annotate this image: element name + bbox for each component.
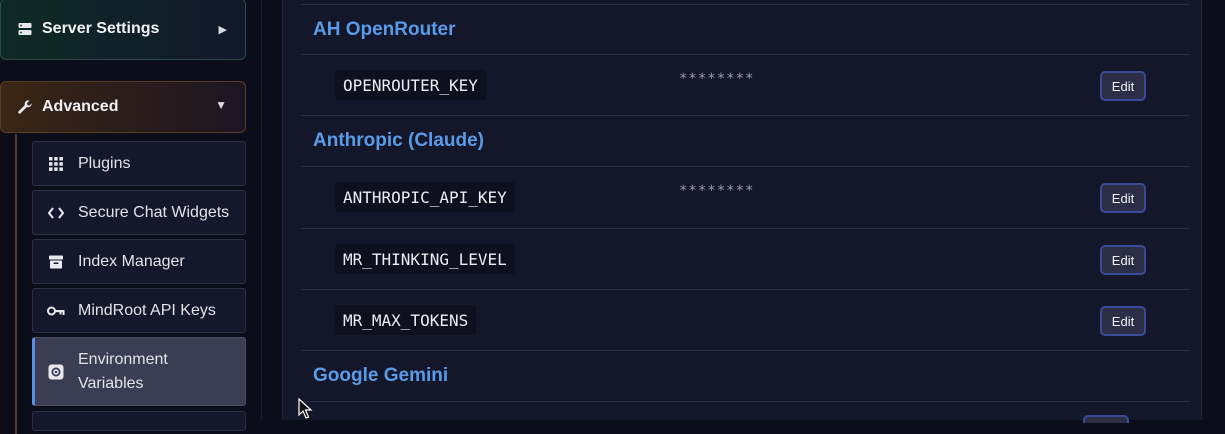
env-row: ANTHROPIC_API_KEY ******** Edit (301, 166, 1189, 227)
var-name: OPENROUTER_KEY (335, 70, 486, 100)
provider-header: Anthropic (Claude) (313, 130, 484, 151)
key-icon (47, 302, 65, 320)
server-icon (17, 21, 33, 37)
mouse-cursor-icon (298, 398, 313, 419)
wrench-icon (17, 99, 33, 115)
grid-icon (47, 155, 65, 173)
sidebar-item-mindroot-api-keys[interactable]: MindRoot API Keys (32, 288, 246, 333)
edit-button[interactable]: Edit (1100, 245, 1146, 275)
var-name: MR_MAX_TOKENS (335, 305, 477, 335)
expand-arrow-icon: ▶ (218, 23, 227, 36)
sidebar-item-environment-variables[interactable]: Environment Variables (32, 337, 246, 406)
sidebar-item-next[interactable] (32, 411, 246, 431)
env-row: MR_THINKING_LEVEL Edit (301, 228, 1189, 289)
sidebar-item-label: Plugins (78, 154, 131, 172)
sidebar: Server Settings ▶ Advanced ▼ Plugins Sec… (0, 0, 262, 434)
edit-button[interactable]: Edit (1100, 183, 1146, 213)
sidebar-item-label: MindRoot API Keys (78, 301, 216, 319)
sidebar-item-label: Index Manager (78, 252, 185, 270)
sidebar-item-label: Environment Variables (78, 350, 168, 392)
divider (301, 401, 1189, 402)
archive-icon (47, 253, 65, 271)
sidebar-item-index-manager[interactable]: Index Manager (32, 239, 246, 284)
env-row: OPENROUTER_KEY ******** Edit (301, 54, 1189, 115)
sidebar-item-secure-chat-widgets[interactable]: Secure Chat Widgets (32, 190, 246, 235)
collapse-arrow-icon: ▼ (215, 98, 227, 112)
advanced-section[interactable]: Advanced ▼ (0, 81, 246, 133)
var-value: ******** (679, 183, 755, 199)
code-icon (47, 204, 65, 222)
edit-button[interactable]: Edit (1100, 71, 1146, 101)
gear-box-icon (47, 363, 65, 381)
provider-header: Google Gemini (313, 365, 449, 386)
sidebar-item-plugins[interactable]: Plugins (32, 141, 246, 186)
advanced-label: Advanced (42, 98, 119, 115)
var-value: ******** (679, 71, 755, 87)
var-name: MR_THINKING_LEVEL (335, 244, 515, 274)
var-name: ANTHROPIC_API_KEY (335, 182, 515, 212)
edit-button[interactable] (1083, 415, 1129, 423)
edit-button[interactable]: Edit (1100, 306, 1146, 336)
server-settings-label: Server Settings (42, 20, 160, 37)
tree-line (15, 134, 17, 434)
sidebar-item-label: Secure Chat Widgets (78, 203, 230, 221)
env-vars-panel: AH OpenRouter OPENROUTER_KEY ******** Ed… (282, 0, 1202, 423)
provider-header: AH OpenRouter (313, 19, 456, 40)
server-settings-section[interactable]: Server Settings ▶ (0, 0, 246, 60)
env-row: MR_MAX_TOKENS Edit (301, 289, 1189, 350)
